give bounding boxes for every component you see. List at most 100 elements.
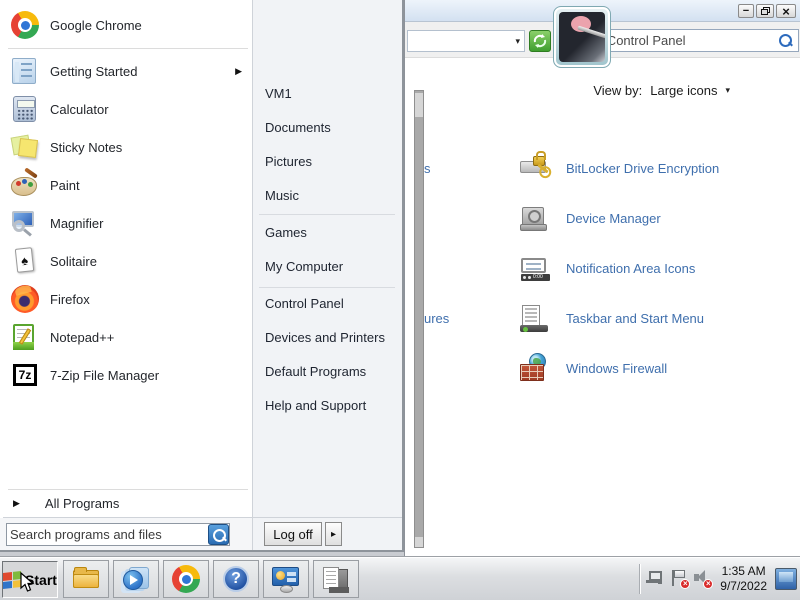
bitlocker-icon [519,151,551,184]
action-center-flag-icon[interactable]: × [669,569,691,589]
app-label: Google Chrome [50,17,142,33]
taskbar-startmenu-icon [519,302,551,334]
menu-item-help-support[interactable]: Help and Support [265,398,366,413]
tray-divider [639,564,641,594]
user-photo [559,12,605,62]
taskbar-button-chrome[interactable] [163,560,209,598]
restore-icon [760,7,770,15]
scrollbar[interactable] [414,90,424,548]
notification-area-icon: 0:00 [519,252,551,284]
menu-item-default-programs[interactable]: Default Programs [265,364,366,379]
cp-item-label[interactable]: BitLocker Drive Encryption [566,161,719,176]
cp-item-notification-area[interactable]: 0:00 Notification Area Icons [519,251,695,285]
app-label: Firefox [50,291,90,307]
menu-item-games[interactable]: Games [265,225,307,240]
all-programs-button[interactable]: ▶ All Programs [0,489,252,517]
taskbar-button-system-tools[interactable] [313,560,359,598]
magnifier-icon [10,208,40,238]
app-item-sticky-notes[interactable]: Sticky Notes [0,128,252,166]
cp-item-label[interactable]: Notification Area Icons [566,261,695,276]
refresh-icon [533,34,547,48]
user-avatar[interactable] [553,6,611,68]
separator [259,287,395,288]
user-name[interactable]: VM1 [265,86,292,101]
clipped-item-label[interactable]: s [424,161,431,176]
taskbar: Start ? × × 1:35 AM 9/7/2022 [0,556,800,600]
solitaire-icon: ♠ [10,246,40,276]
refresh-button[interactable] [529,30,551,52]
taskbar-button-explorer[interactable] [63,560,109,598]
control-panel-window: − × ▾ s ures View by: [404,0,800,556]
app-item-7zip[interactable]: 7z 7-Zip File Manager [0,356,252,394]
log-off-arrow-icon: ▸ [330,528,337,540]
all-programs-arrow-icon: ▶ [13,497,20,508]
all-programs-label: All Programs [44,495,120,511]
log-off-label: Log off [273,526,313,542]
network-tray-icon[interactable] [646,569,667,589]
app-label: Getting Started [50,63,138,79]
taskbar-clock[interactable]: 1:35 AM 9/7/2022 [720,564,767,594]
app-item-calculator[interactable]: Calculator [0,90,252,128]
start-button-label: Start [25,571,57,588]
cp-item-device-manager[interactable]: Device Manager [519,201,661,235]
volume-muted-icon[interactable]: × [692,569,714,589]
clipped-item-label[interactable]: ures [424,311,449,326]
app-label: Sticky Notes [50,139,123,155]
start-menu-right-panel: VM1 Documents Pictures Music Games My Co… [252,0,611,550]
app-item-getting-started[interactable]: Getting Started ▶ [0,52,252,90]
log-off-button[interactable]: Log off [264,522,322,546]
menu-item-devices-printers[interactable]: Devices and Printers [265,330,385,345]
scrollbar-thumb[interactable] [415,93,423,117]
getting-started-icon [10,56,40,86]
app-label: Magnifier [50,215,104,231]
cp-item-taskbar-startmenu[interactable]: Taskbar and Start Menu [519,301,704,335]
log-off-control: Log off ▸ [264,522,342,546]
chrome-icon [10,10,40,40]
restore-button[interactable] [756,4,774,18]
address-dropdown-icon[interactable]: ▾ [515,36,520,47]
view-by-value[interactable]: Large icons [650,83,717,98]
system-tools-icon [321,564,351,594]
taskbar-button-media-player[interactable] [113,560,159,598]
app-item-google-chrome[interactable]: Google Chrome [0,6,252,44]
scrollbar-end[interactable] [415,537,423,547]
start-search-input[interactable] [7,526,208,542]
show-desktop-button[interactable] [775,568,797,590]
menu-item-music[interactable]: Music [265,188,299,203]
app-item-solitaire[interactable]: ♠ Solitaire [0,242,252,280]
start-search-button[interactable] [208,523,229,545]
address-bar[interactable]: ▾ [407,30,525,52]
taskbar-button-display-settings[interactable] [263,560,309,598]
7zip-icon: 7z [10,360,40,390]
minimize-button[interactable]: − [738,4,754,18]
close-icon: × [782,3,790,19]
menu-item-pictures[interactable]: Pictures [265,154,312,169]
view-by-dropdown-icon[interactable]: ▾ [725,85,730,96]
close-button[interactable]: × [776,4,796,18]
app-item-magnifier[interactable]: Magnifier [0,204,252,242]
taskbar-button-help[interactable]: ? [213,560,259,598]
cp-item-label[interactable]: Device Manager [566,211,661,226]
cp-item-label[interactable]: Taskbar and Start Menu [566,311,704,326]
system-tray: × × 1:35 AM 9/7/2022 [639,557,800,600]
view-by-label: View by: [593,83,643,98]
cp-item-label[interactable]: Windows Firewall [566,361,667,376]
search-icon[interactable] [779,34,792,47]
menu-item-control-panel[interactable]: Control Panel [265,296,344,311]
app-item-notepadpp[interactable]: Notepad++ [0,318,252,356]
cp-item-bitlocker[interactable]: BitLocker Drive Encryption [519,151,719,185]
windows-flag-icon [3,570,22,589]
calculator-icon [10,94,40,124]
start-button[interactable]: Start [2,561,58,598]
explorer-icon [71,564,101,594]
cp-item-windows-firewall[interactable]: Windows Firewall [519,351,667,385]
media-player-icon [121,564,151,594]
app-label: Calculator [50,101,109,117]
menu-item-documents[interactable]: Documents [265,120,331,135]
separator [259,214,395,215]
app-item-firefox[interactable]: Firefox [0,280,252,318]
log-off-options-button[interactable]: ▸ [325,522,342,546]
app-item-paint[interactable]: Paint [0,166,252,204]
minimize-icon: − [742,4,750,17]
menu-item-my-computer[interactable]: My Computer [265,259,343,274]
